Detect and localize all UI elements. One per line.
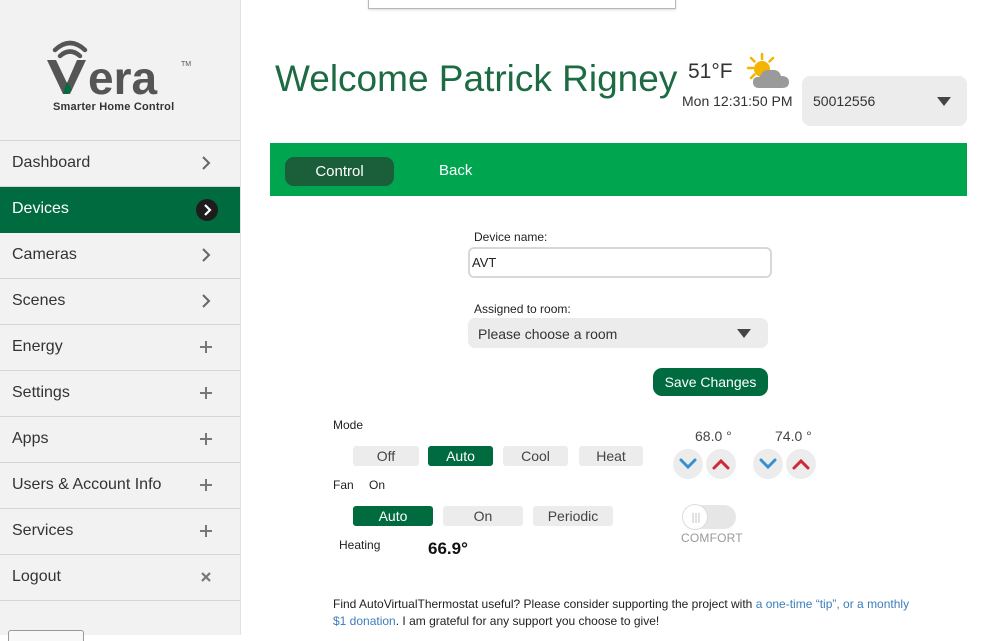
chevron-right-icon [202,248,211,262]
fan-auto-button[interactable]: Auto [353,506,433,526]
caret-down-icon [937,97,951,106]
chevron-down-icon [759,458,777,470]
plus-icon [200,387,212,399]
sidebar-item-label: Settings [12,384,70,401]
sidebar-item-label: Cameras [12,246,77,263]
tab-control[interactable]: Control [285,157,394,186]
plus-icon [200,525,212,537]
cool-setpoint-up-button[interactable] [786,449,816,479]
fan-periodic-button[interactable]: Periodic [533,506,613,526]
mode-off-button[interactable]: Off [353,446,419,466]
sidebar-item-label: Dashboard [12,154,91,171]
sidebar-item-devices[interactable]: Devices [0,187,240,233]
mode-cool-button[interactable]: Cool [503,446,568,466]
cool-setpoint: 74.0 ° [775,428,812,444]
plus-icon [200,433,212,445]
mode-heat-button[interactable]: Heat [579,446,643,466]
svg-text:TM: TM [181,61,191,68]
room-label: Assigned to room: [474,302,571,316]
tab-back[interactable]: Back [439,162,472,179]
current-temperature: 66.9° [428,539,468,558]
logo-tagline: Smarter Home Control [53,101,175,113]
chevron-right-icon [202,156,211,170]
clock: Mon 12:31:50 PM [682,93,793,109]
vera-logo: era TM Smarter Home Control [40,38,200,118]
toggle-knob [682,504,708,530]
sidebar-bottom-tab [8,630,84,641]
cool-setpoint-down-button[interactable] [753,449,783,479]
sidebar-item-label: Energy [12,338,63,355]
heat-setpoint-down-button[interactable] [673,449,703,479]
sidebar-item-energy[interactable]: Energy [0,325,240,371]
device-name-input[interactable] [468,247,772,278]
partly-cloudy-icon [746,52,789,88]
chevron-up-icon [712,458,730,470]
plus-icon [200,341,212,353]
sidebar-item-label: Logout [12,568,61,585]
chevron-down-icon [679,458,697,470]
support-message-body: Please consider supporting the project w… [520,597,756,611]
chevron-up-icon [792,458,810,470]
svg-text:era: era [88,52,157,100]
heat-setpoint: 68.0 ° [695,428,732,444]
fan-status: On [369,478,386,492]
fan-on-button[interactable]: On [443,506,523,526]
chevron-right-icon [202,294,211,308]
support-message-tail: . I am grateful for any support you choo… [395,614,660,628]
sidebar: era TM Smarter Home Control Dashboard De… [0,0,241,641]
grip-lines-icon [692,513,700,523]
mode-label: Mode [333,418,364,432]
sidebar-item-services[interactable]: Services [0,509,240,555]
outdoor-temperature: 51°F [688,60,733,83]
sidebar-item-cameras[interactable]: Cameras [0,233,240,279]
support-message: Find AutoVirtualThermostat useful? Pleas… [333,596,913,630]
controller-select[interactable]: 50012556 [802,76,967,126]
close-icon [201,572,211,582]
room-select[interactable]: Please choose a room [468,318,768,348]
sidebar-item-label: Devices [12,200,69,217]
sidebar-item-scenes[interactable]: Scenes [0,279,240,325]
support-message-lead: Find AutoVirtualThermostat useful? [333,597,521,611]
device-tabbar: Control Back [270,143,967,196]
room-select-value: Please choose a room [478,326,618,342]
vera-wordmark-icon: era TM [47,40,191,104]
sidebar-item-settings[interactable]: Settings [0,371,240,417]
comfort-label: COMFORT [681,531,743,545]
chevron-right-circle-icon [196,199,218,221]
sidebar-item-dashboard[interactable]: Dashboard [0,141,240,187]
mode-auto-button[interactable]: Auto [428,446,493,466]
plus-icon [200,479,212,491]
device-name-label: Device name: [474,230,548,244]
operating-state: Heating [339,538,381,552]
comfort-toggle[interactable] [682,504,736,530]
sidebar-item-label: Users & Account Info [12,476,162,493]
fan-label: Fan [333,478,354,492]
sidebar-item-users-account-info[interactable]: Users & Account Info [0,463,240,509]
sidebar-nav: Dashboard Devices Cameras Scenes Energy … [0,140,240,601]
heat-setpoint-up-button[interactable] [706,449,736,479]
caret-down-icon [737,329,751,338]
sidebar-item-label: Services [12,522,74,539]
page-title: Welcome Patrick Rigney [275,58,678,99]
overlay-popup-edge [368,0,676,9]
controller-select-value: 50012556 [813,93,876,109]
sidebar-item-label: Apps [12,430,49,447]
sidebar-item-label: Scenes [12,292,66,309]
sidebar-item-apps[interactable]: Apps [0,417,240,463]
save-changes-button[interactable]: Save Changes [653,368,768,396]
sidebar-item-logout[interactable]: Logout [0,555,240,601]
